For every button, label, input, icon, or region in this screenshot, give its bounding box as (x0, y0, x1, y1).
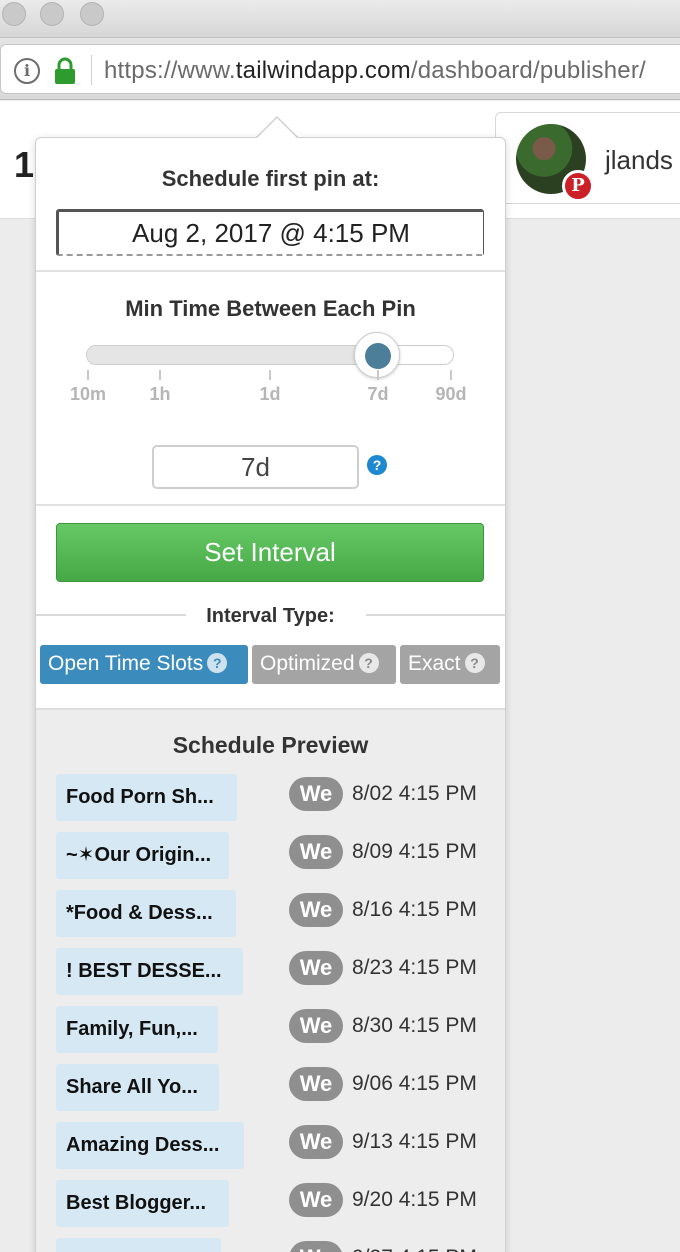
scheduled-time: 8/16 4:15 PM (352, 898, 477, 921)
interval-type-label-text: Optimized (260, 652, 355, 675)
board-chip[interactable]: Share All Yo... (56, 1064, 219, 1111)
board-chip[interactable]: Family, Fun,... (56, 1006, 218, 1053)
day-badge: We (289, 1125, 343, 1159)
day-badge: We (289, 1183, 343, 1217)
board-chip[interactable]: Best Blogger... (56, 1180, 229, 1227)
slider-tick (269, 370, 271, 380)
slider-tick-label[interactable]: 1d (240, 384, 300, 405)
lock-icon (55, 57, 75, 84)
help-icon[interactable]: ? (207, 653, 228, 673)
divider (36, 504, 505, 506)
scheduled-time: 9/20 4:15 PM (352, 1188, 477, 1211)
scheduled-time: 8/23 4:15 PM (352, 956, 477, 979)
interval-slider-fill (87, 346, 377, 364)
board-chip[interactable]: *Food & Dess... (56, 890, 236, 937)
day-badge: We (289, 835, 343, 869)
help-icon[interactable]: ? (464, 653, 485, 673)
first-pin-datetime-input[interactable]: Aug 2, 2017 @ 4:15 PM (56, 209, 484, 256)
url-host: tailwindapp.com (235, 57, 411, 84)
day-badge: We (289, 1241, 343, 1252)
scheduled-time: 8/09 4:15 PM (352, 840, 477, 863)
slider-tick (159, 370, 161, 380)
slider-tick-label[interactable]: 90d (421, 384, 481, 405)
scheduled-time: 9/13 4:15 PM (352, 1130, 477, 1153)
board-chip[interactable]: ! BEST DESSE... (56, 948, 243, 995)
pinterest-icon: P (562, 170, 594, 202)
divider (36, 270, 505, 272)
min-time-heading: Min Time Between Each Pin (125, 296, 416, 321)
browser-toolbar: i https://www.tailwindapp.com/dashboard/… (0, 38, 680, 100)
slider-tick-label[interactable]: 7d (348, 384, 408, 405)
slider-tick-label[interactable]: 1h (130, 384, 190, 405)
schedule-heading: Schedule first pin at: (161, 166, 380, 191)
interval-type-row: Interval Type: (36, 602, 505, 630)
zoom-window-button[interactable] (80, 2, 104, 26)
interval-type-label-text: Exact (408, 652, 461, 675)
scheduled-time: 9/06 4:15 PM (352, 1072, 477, 1095)
address-bar[interactable]: i https://www.tailwindapp.com/dashboard/… (0, 44, 680, 94)
interval-type-exact-button[interactable]: Exact? (400, 645, 500, 684)
window-titlebar (0, 0, 680, 38)
url-path: /dashboard/publisher/ (410, 57, 646, 84)
schedule-preview-heading: Schedule Preview (172, 732, 369, 758)
info-icon[interactable]: i (14, 58, 40, 84)
address-separator (91, 55, 92, 85)
day-badge: We (289, 893, 343, 927)
url-text[interactable]: https://www.tailwindapp.com/dashboard/pu… (104, 57, 646, 85)
board-chip[interactable]: ~✶Our Origin... (56, 832, 229, 879)
close-window-button[interactable] (2, 2, 26, 26)
popover-arrow-fill (257, 118, 297, 138)
interval-type-label-text: Open Time Slots (48, 652, 204, 675)
scheduled-time: 8/02 4:15 PM (352, 782, 477, 805)
slider-tick (87, 370, 89, 380)
interval-type-open-slots-button[interactable]: Open Time Slots? (40, 645, 248, 684)
scheduled-time: 9/27 4:15 PM (352, 1241, 477, 1252)
slider-tick (450, 370, 452, 380)
interval-type-optimized-button[interactable]: Optimized? (252, 645, 396, 684)
scheduled-time: 8/30 4:15 PM (352, 1014, 477, 1037)
board-chip[interactable]: Amazing Dess... (56, 1122, 244, 1169)
interval-type-label: Interval Type: (206, 605, 335, 627)
day-badge: We (289, 1067, 343, 1101)
day-badge: We (289, 1009, 343, 1043)
minimize-window-button[interactable] (40, 2, 64, 26)
interval-input[interactable]: 7d (152, 445, 359, 489)
board-chip[interactable]: Food Porn Sh... (56, 774, 237, 821)
profile-name[interactable]: jlands (605, 145, 673, 176)
help-icon[interactable]: ? (367, 455, 387, 475)
set-interval-button[interactable]: Set Interval (56, 523, 484, 582)
url-prefix: https://www. (104, 57, 236, 84)
page-partial-text: 1 (14, 144, 35, 185)
day-badge: We (289, 951, 343, 985)
help-icon[interactable]: ? (358, 653, 379, 673)
slider-tick-label[interactable]: 10m (58, 384, 118, 405)
board-chip[interactable] (56, 1238, 221, 1252)
slider-tick (377, 370, 379, 380)
day-badge: We (289, 777, 343, 811)
